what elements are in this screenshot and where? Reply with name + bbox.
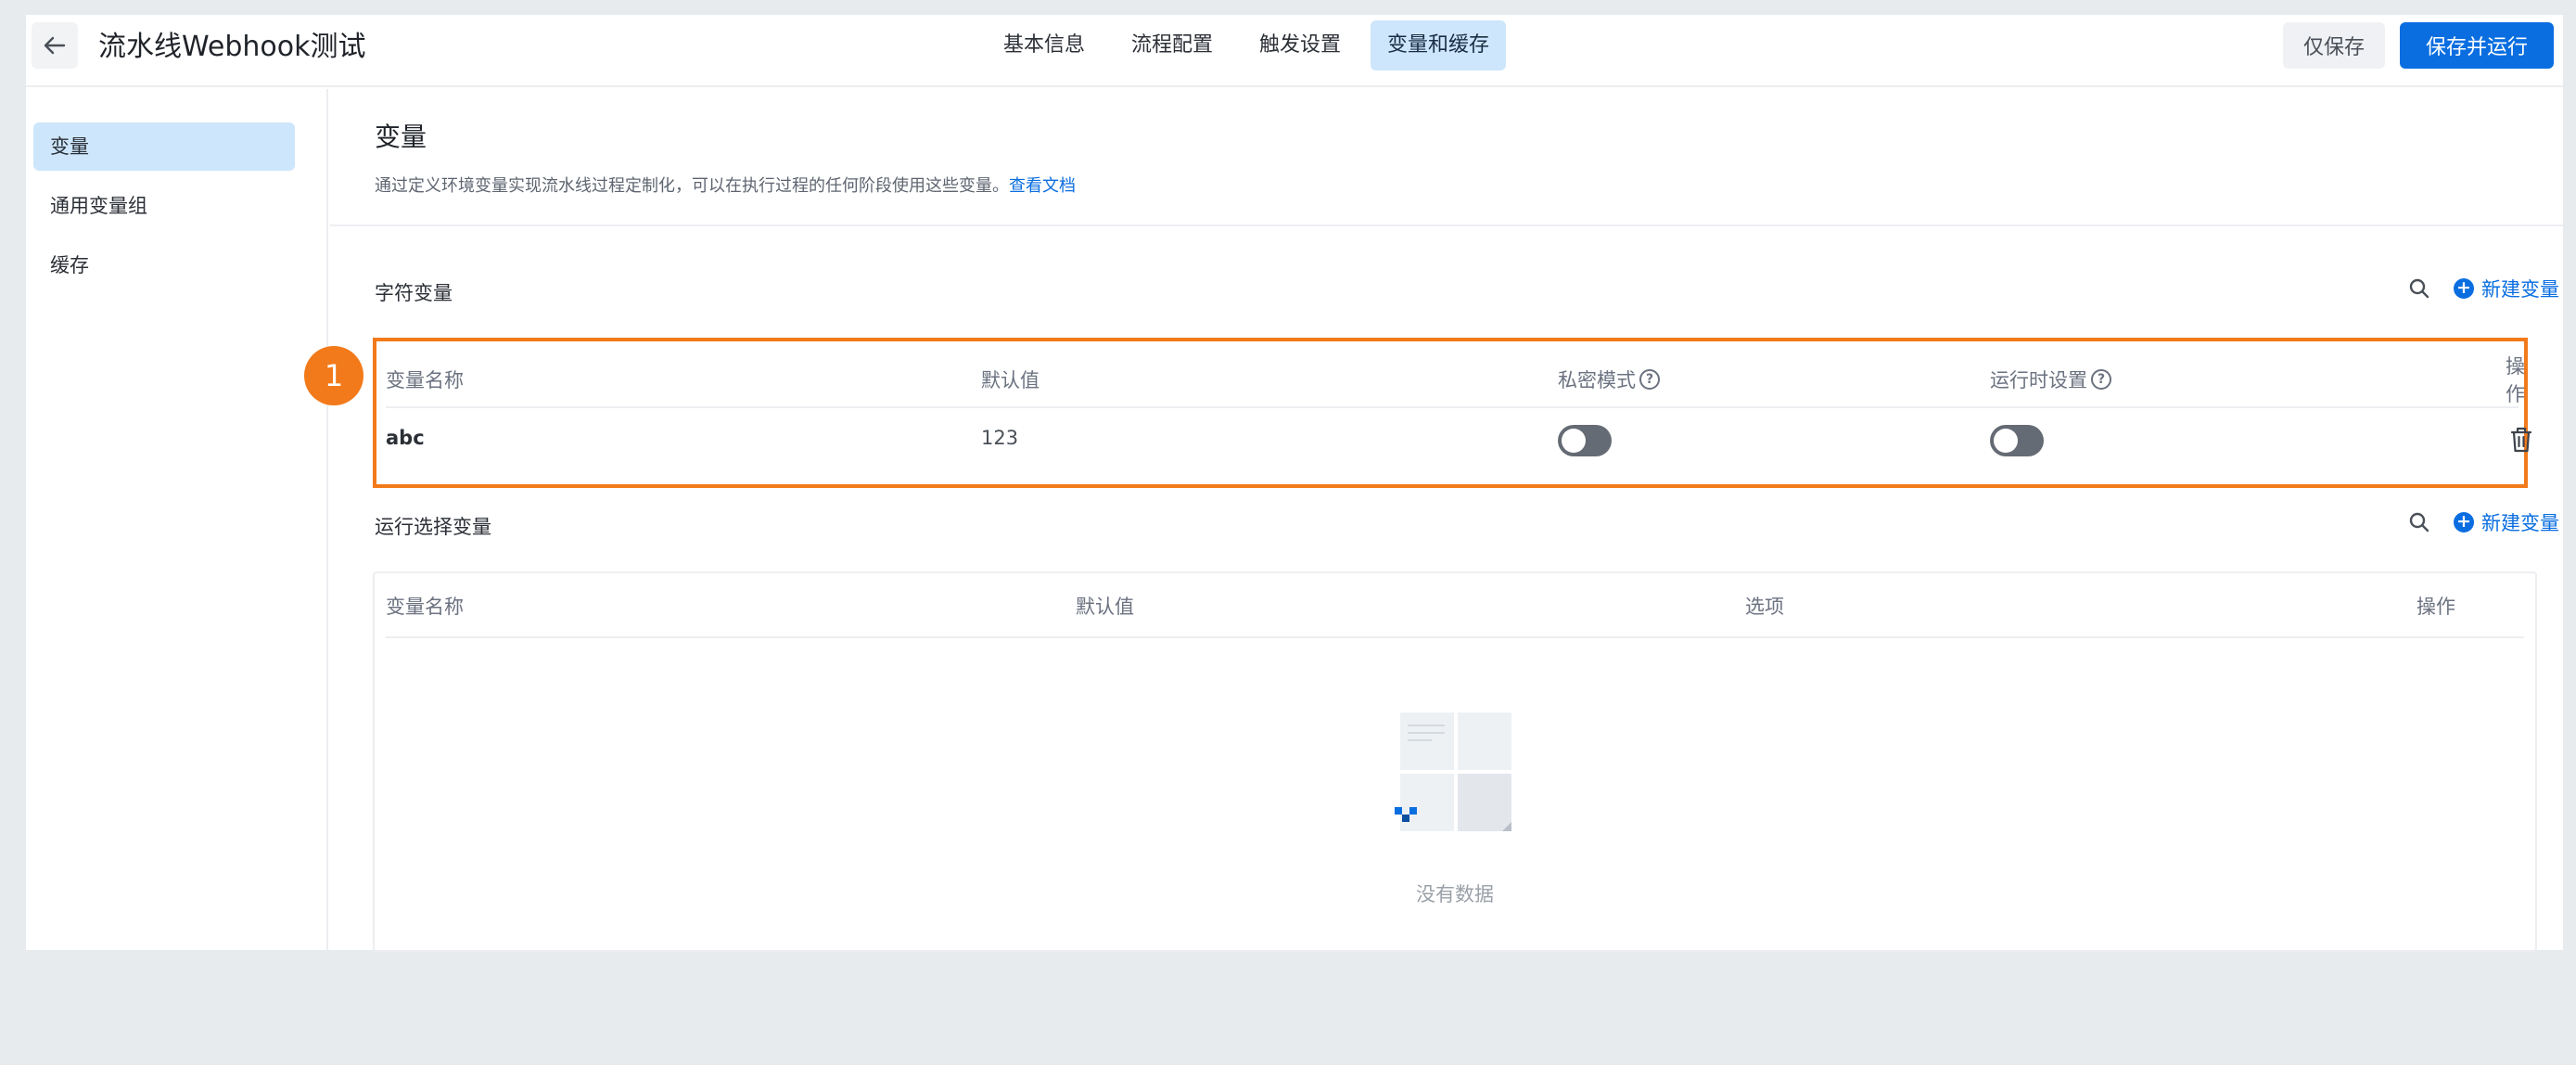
page-description: 通过定义环境变量实现流水线过程定制化，可以在执行过程的任何阶段使用这些变量。查看… — [375, 173, 1076, 197]
main-content: 变量 通过定义环境变量实现流水线过程定制化，可以在执行过程的任何阶段使用这些变量… — [330, 89, 2563, 952]
sidebar-item-cache[interactable]: 缓存 — [33, 241, 295, 289]
sidebar-item-variables[interactable]: 变量 — [33, 122, 295, 171]
column-header-options: 选项 — [1745, 596, 1784, 618]
toggle-knob — [1562, 429, 1586, 453]
annotation-badge: 1 — [304, 346, 363, 405]
private-mode-toggle[interactable] — [1558, 425, 1612, 456]
plus-circle-icon: + — [2454, 278, 2474, 299]
divider — [330, 225, 2563, 226]
column-header-actions: 操作 — [2417, 596, 2455, 618]
tab-variables-cache[interactable]: 变量和缓存 — [1371, 20, 1507, 71]
search-icon — [2409, 278, 2429, 299]
default-value-cell: 123 — [981, 427, 1019, 449]
toggle-knob — [1994, 429, 2018, 453]
arrow-left-icon — [44, 36, 66, 55]
empty-state-text: 没有数据 — [1416, 883, 1494, 905]
column-header-name: 变量名称 — [386, 369, 464, 391]
sidebar-item-common-variable-groups[interactable]: 通用变量组 — [33, 182, 295, 230]
row-divider — [386, 406, 2519, 408]
trash-icon — [2510, 427, 2532, 453]
add-string-variable-button[interactable]: + 新建变量 — [2454, 275, 2559, 302]
description-text: 通过定义环境变量实现流水线过程定制化，可以在执行过程的任何阶段使用这些变量。 — [375, 176, 1009, 196]
add-run-select-variable-button[interactable]: + 新建变量 — [2454, 508, 2559, 536]
column-header-default: 默认值 — [981, 369, 1039, 391]
column-header-runtime-setting: 运行时设置 ? — [1990, 360, 2111, 399]
run-select-variables-table: 变量名称 默认值 选项 操作 没有数据 — [373, 571, 2537, 952]
private-mode-label: 私密模式 — [1558, 369, 1636, 391]
add-run-select-variable-label: 新建变量 — [2481, 512, 2559, 534]
header-divider — [386, 636, 2524, 638]
plus-circle-icon: + — [2454, 512, 2474, 532]
string-variables-table: 变量名称 默认值 私密模式 ? 运行时设置 ? 操作 abc 123 — [373, 338, 2532, 488]
view-docs-link[interactable]: 查看文档 — [1009, 176, 1076, 196]
save-only-button[interactable]: 仅保存 — [2283, 22, 2385, 69]
app-window: 流水线Webhook测试 基本信息 流程配置 触发设置 变量和缓存 仅保存 保存… — [26, 15, 2563, 952]
tab-basic-info[interactable]: 基本信息 — [987, 20, 1102, 71]
column-header-actions: 操作 — [2506, 355, 2525, 405]
tab-bar: 基本信息 流程配置 触发设置 变量和缓存 — [987, 20, 1507, 72]
run-select-variables-title: 运行选择变量 — [375, 516, 491, 538]
save-and-run-button[interactable]: 保存并运行 — [2400, 22, 2554, 69]
help-icon[interactable]: ? — [1639, 369, 1660, 390]
runtime-setting-label: 运行时设置 — [1990, 369, 2087, 391]
search-run-select-vars-button[interactable] — [2405, 508, 2433, 536]
search-string-vars-button[interactable] — [2405, 275, 2433, 302]
sidebar: 变量 通用变量组 缓存 — [26, 89, 328, 950]
empty-data-icon — [1395, 712, 1511, 831]
column-header-private-mode: 私密模式 ? — [1558, 360, 1660, 399]
search-icon — [2409, 512, 2429, 532]
page-title: 变量 — [375, 122, 427, 152]
delete-variable-button[interactable] — [2507, 425, 2535, 455]
string-variables-title: 字符变量 — [375, 282, 453, 304]
column-header-name: 变量名称 — [386, 596, 464, 618]
add-string-variable-label: 新建变量 — [2481, 278, 2559, 301]
tab-flow-config[interactable]: 流程配置 — [1115, 20, 1230, 71]
pipeline-title: 流水线Webhook测试 — [98, 31, 366, 63]
back-button[interactable] — [32, 22, 78, 69]
top-header: 流水线Webhook测试 基本信息 流程配置 触发设置 变量和缓存 仅保存 保存… — [26, 15, 2563, 87]
tab-trigger-settings[interactable]: 触发设置 — [1243, 20, 1358, 71]
variable-name-cell: abc — [386, 427, 425, 449]
runtime-setting-toggle[interactable] — [1990, 425, 2044, 456]
column-header-default: 默认值 — [1076, 596, 1134, 618]
help-icon[interactable]: ? — [2091, 369, 2111, 390]
